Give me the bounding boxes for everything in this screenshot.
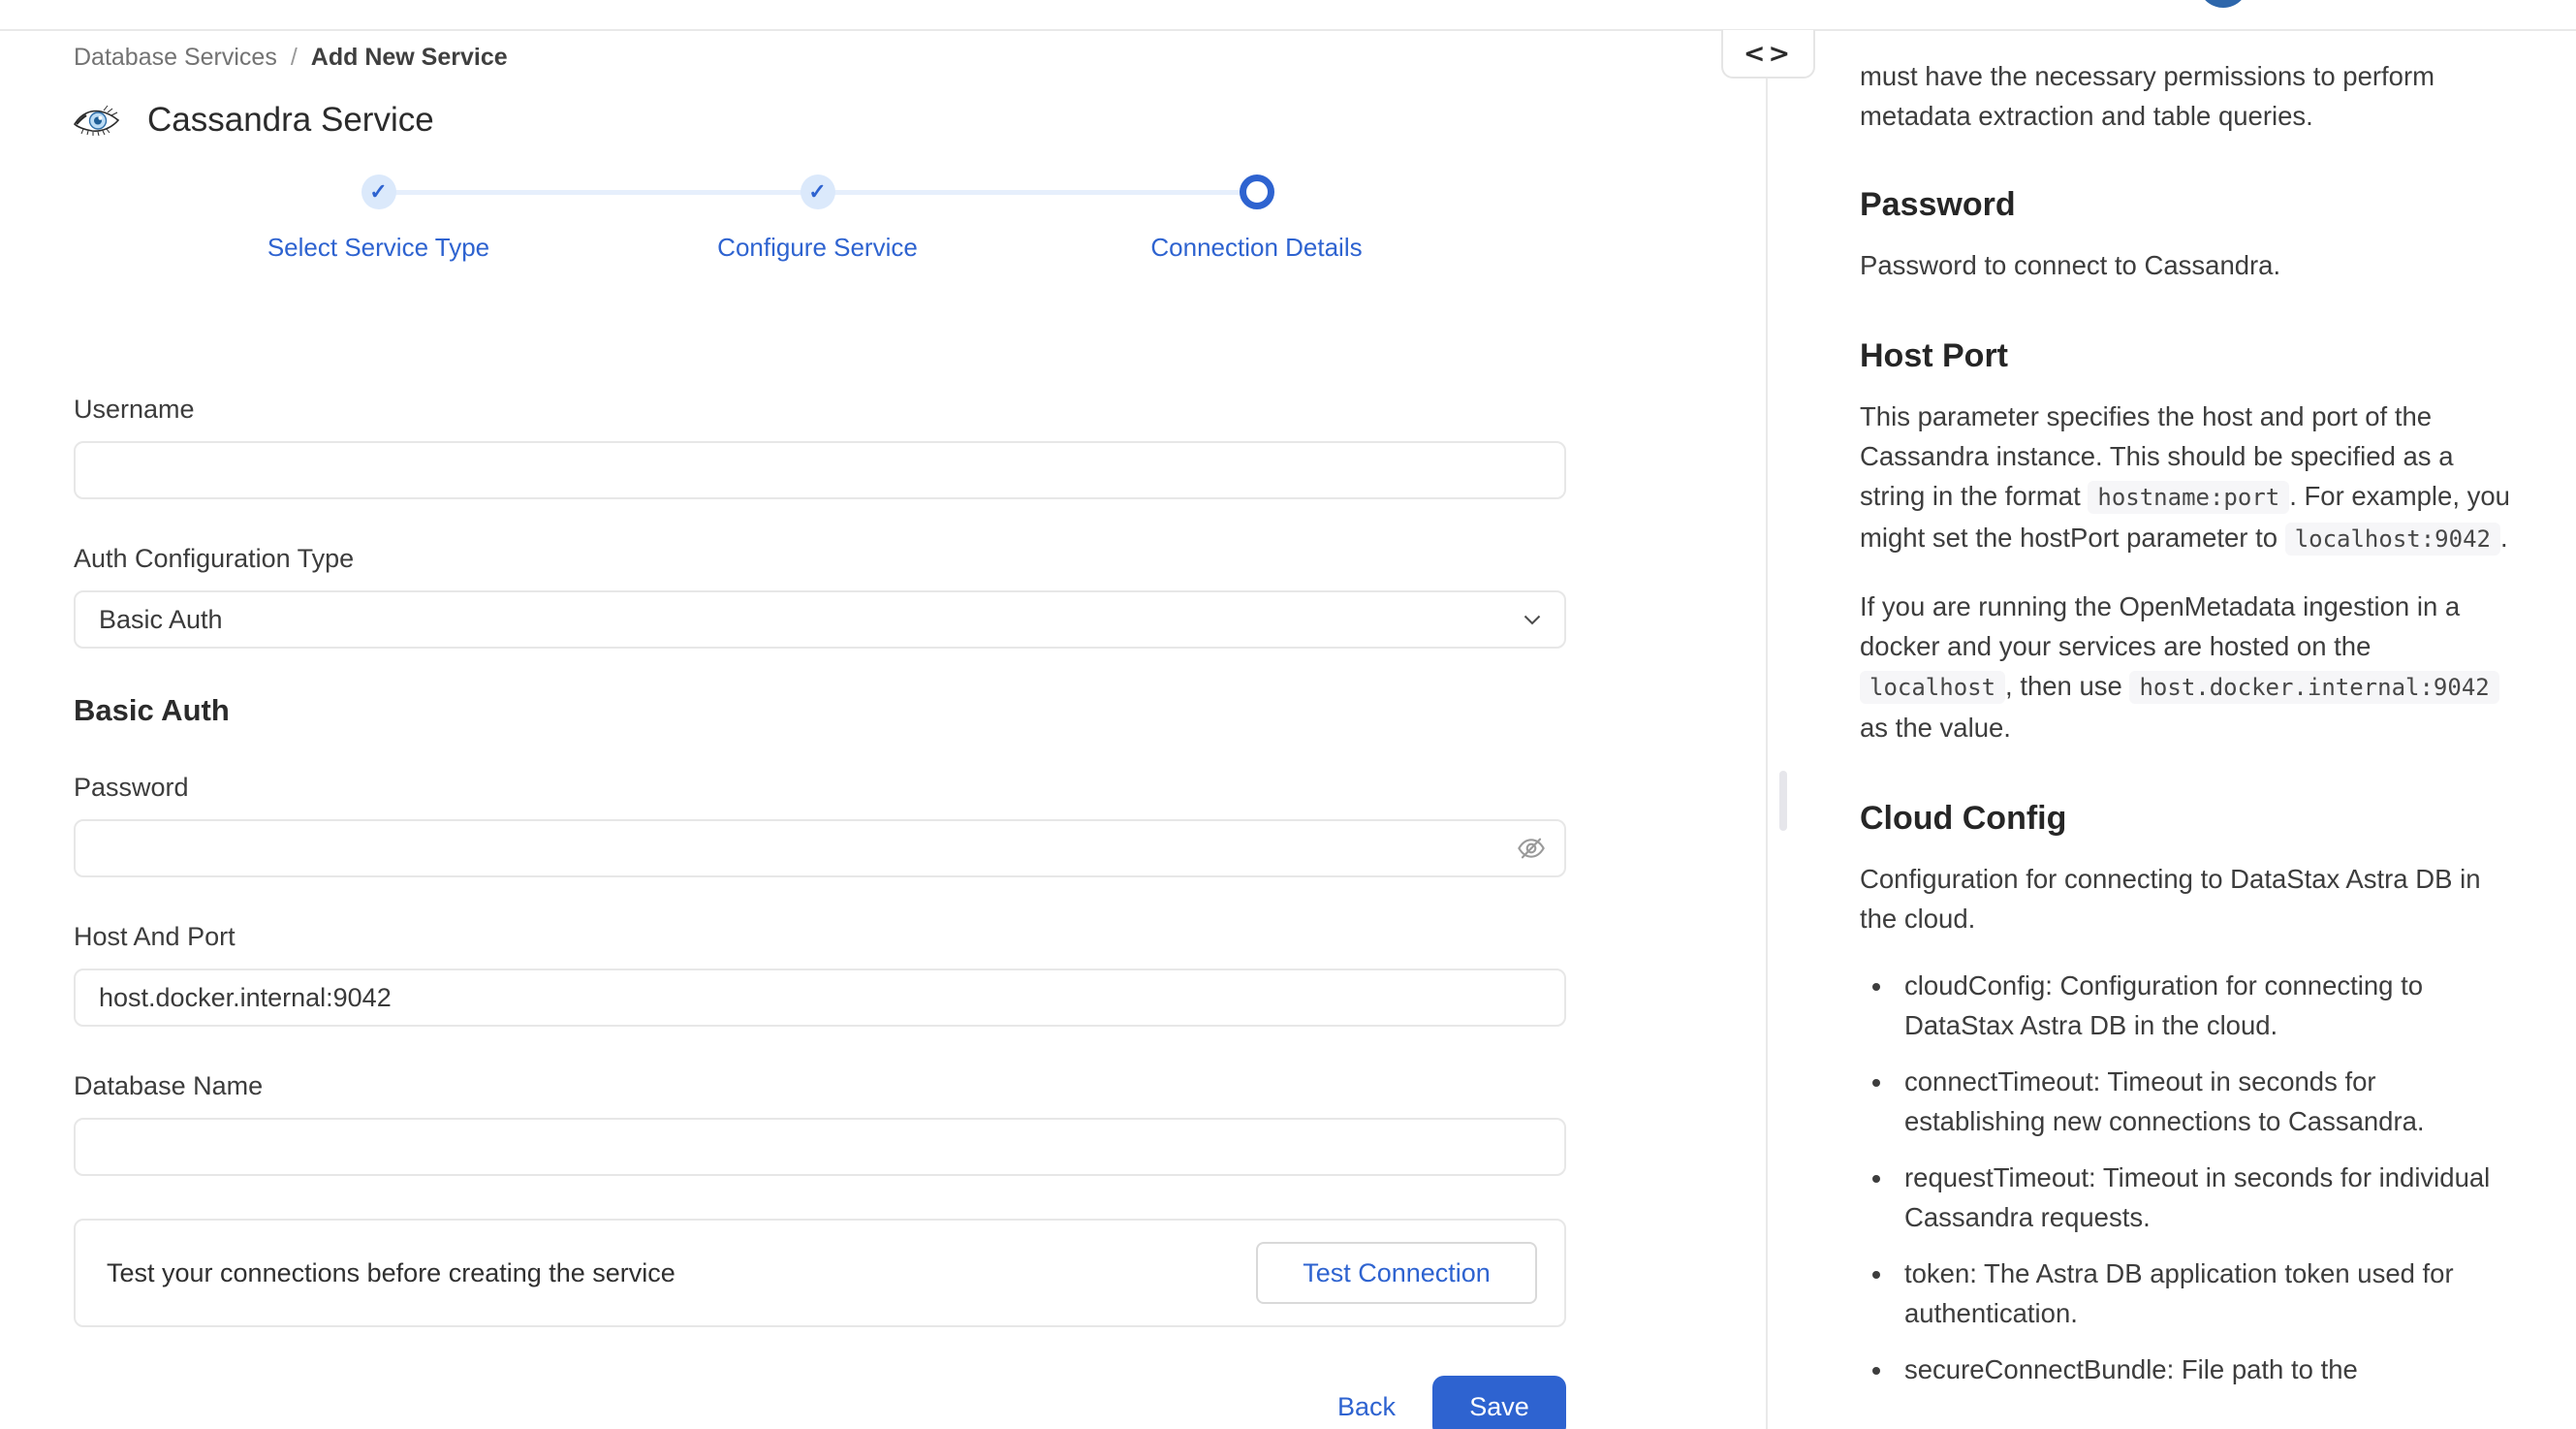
step-select-service-type[interactable]: ✓ Select Service Type: [159, 175, 598, 263]
step-label: Configure Service: [717, 233, 918, 263]
back-button[interactable]: Back: [1337, 1392, 1396, 1422]
page-header: Cassandra Service: [74, 101, 1566, 140]
username-input[interactable]: [74, 441, 1566, 499]
auth-configuration-type-label: Auth Configuration Type: [74, 544, 1566, 574]
add-service-page: Database Services / Add New Service: [0, 0, 2576, 1429]
code-icon: <>: [1744, 39, 1793, 69]
eye-slash-icon: [1516, 852, 1547, 867]
basic-auth-section-heading: Basic Auth: [74, 693, 1566, 728]
list-item: requestTimeout: Timeout in seconds for i…: [1895, 1158, 2516, 1237]
doc-cloud-config-body: Configuration for connecting to DataStax…: [1860, 859, 2516, 938]
step-active-icon: [1240, 175, 1274, 209]
step-connection-details[interactable]: Connection Details: [1037, 175, 1476, 263]
doc-password-heading: Password: [1860, 186, 2516, 224]
selected-option: Basic Auth: [99, 605, 223, 635]
step-configure-service[interactable]: ✓ Configure Service: [598, 175, 1037, 263]
save-button[interactable]: Save: [1432, 1376, 1566, 1429]
host-and-port-label: Host And Port: [74, 922, 1566, 952]
chevron-down-icon: [1524, 615, 1541, 625]
main-content: Database Services / Add New Service: [0, 31, 1766, 1429]
breadcrumb-separator: /: [291, 44, 298, 72]
step-completed-icon: ✓: [801, 175, 835, 209]
step-label: Select Service Type: [267, 233, 489, 263]
password-input[interactable]: [74, 819, 1566, 877]
doc-cloud-config-heading: Cloud Config: [1860, 800, 2516, 838]
form-actions: Back Save: [74, 1376, 1566, 1429]
doc-password-body: Password to connect to Cassandra.: [1860, 245, 2516, 285]
auth-configuration-type-select[interactable]: Basic Auth: [74, 590, 1566, 649]
wizard-stepper: ✓ Select Service Type ✓ Configure Servic…: [159, 175, 1477, 263]
stepper-steps: ✓ Select Service Type ✓ Configure Servic…: [159, 175, 1477, 263]
password-label: Password: [74, 773, 1566, 803]
database-name-input[interactable]: [74, 1118, 1566, 1176]
user-avatar[interactable]: [2198, 0, 2248, 8]
doc-host-port-heading: Host Port: [1860, 337, 2516, 375]
cassandra-logo-icon: [74, 105, 120, 136]
doc-host-port-paragraph-2: If you are running the OpenMetadata inge…: [1860, 587, 2516, 747]
doc-cloud-config-list: cloudConfig: Configuration for connectin…: [1860, 966, 2516, 1389]
check-icon: ✓: [369, 179, 387, 205]
page-title: Cassandra Service: [147, 101, 434, 140]
list-item: secureConnectBundle: File path to the: [1895, 1350, 2516, 1389]
documentation-panel: must have the necessary permissions to p…: [1766, 31, 2576, 1429]
password-field: [74, 819, 1566, 877]
list-item: connectTimeout: Timeout in seconds for e…: [1895, 1062, 2516, 1141]
host-and-port-input[interactable]: [74, 969, 1566, 1027]
doc-host-port-paragraph-1: This parameter specifies the host and po…: [1860, 397, 2516, 559]
breadcrumb-add-new-service: Add New Service: [311, 44, 508, 72]
username-label: Username: [74, 395, 1566, 425]
database-name-label: Database Name: [74, 1071, 1566, 1101]
code-view-toggle-button[interactable]: <>: [1721, 30, 1815, 79]
step-completed-icon: ✓: [361, 175, 396, 209]
breadcrumb-database-services[interactable]: Database Services: [74, 44, 277, 72]
test-connection-button[interactable]: Test Connection: [1256, 1242, 1537, 1304]
check-icon: ✓: [808, 179, 826, 205]
step-label: Connection Details: [1150, 233, 1362, 263]
breadcrumb: Database Services / Add New Service: [74, 44, 1566, 72]
doc-intro-text: must have the necessary permissions to p…: [1860, 56, 2516, 136]
test-connection-message: Test your connections before creating th…: [107, 1258, 675, 1288]
list-item: token: The Astra DB application token us…: [1895, 1254, 2516, 1333]
list-item: cloudConfig: Configuration for connectin…: [1895, 966, 2516, 1045]
toggle-password-visibility-button[interactable]: [1516, 833, 1547, 864]
test-connection-card: Test your connections before creating th…: [74, 1219, 1566, 1327]
